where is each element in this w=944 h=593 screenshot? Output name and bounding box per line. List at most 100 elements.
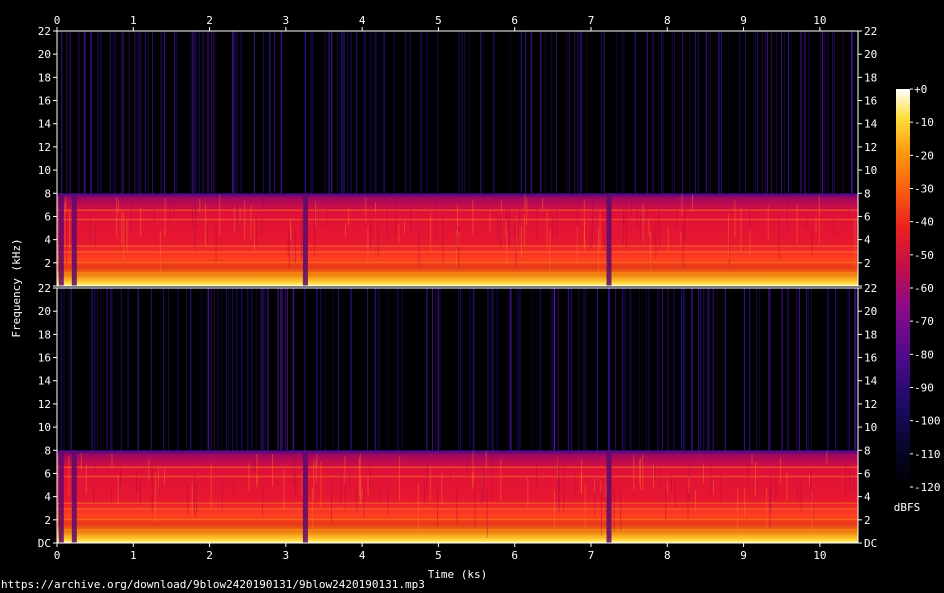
texture-mark — [191, 481, 193, 517]
texture-mark — [194, 468, 195, 517]
texture-mark — [348, 209, 350, 227]
streak — [350, 31, 352, 194]
streak — [324, 288, 326, 451]
streak — [69, 31, 71, 194]
texture-mark — [653, 231, 655, 243]
y-tick-label: 18 — [38, 328, 51, 341]
texture-mark — [456, 225, 458, 250]
streak — [426, 288, 428, 451]
texture-mark — [500, 201, 502, 215]
streak — [426, 31, 428, 194]
texture-mark — [480, 472, 482, 504]
streak — [607, 288, 609, 451]
streak — [683, 288, 685, 451]
streak — [328, 31, 330, 194]
y-tick-label: 8 — [44, 187, 51, 200]
streak — [203, 31, 205, 194]
y-tick-label: 12 — [864, 141, 877, 154]
colorbar-tick-label: -70 — [914, 315, 934, 328]
colorbar-tick-label: -50 — [914, 249, 934, 262]
texture-mark — [797, 485, 799, 503]
y-tick-label: 2 — [44, 257, 51, 270]
texture-mark — [806, 212, 808, 230]
texture-mark — [728, 213, 730, 260]
harmonic-line — [57, 251, 858, 253]
streak — [800, 31, 801, 194]
x-axis-label: Time (ks) — [428, 568, 488, 581]
spectrogram-panels — [56, 30, 859, 544]
colorbar-tick-label: -60 — [914, 282, 934, 295]
texture-mark — [442, 215, 444, 264]
texture-mark — [653, 463, 654, 489]
streak — [851, 31, 852, 194]
y-tick-label: 20 — [38, 305, 51, 318]
texture-mark — [648, 220, 650, 236]
streak — [492, 288, 494, 451]
texture-mark — [689, 485, 691, 501]
streak — [191, 31, 193, 194]
colorbar-tick-label: -20 — [914, 149, 934, 162]
texture-mark — [466, 451, 468, 477]
colorbar-tick-label: -10 — [914, 116, 934, 129]
gap-mark — [71, 450, 77, 543]
y-axis-label: Frequency (kHz) — [10, 238, 23, 337]
texture-mark — [83, 454, 85, 470]
texture-mark — [549, 230, 551, 277]
streak — [217, 288, 219, 451]
texture-mark — [358, 457, 360, 496]
streak — [240, 31, 242, 194]
streak — [349, 288, 351, 451]
texture-mark — [674, 478, 676, 508]
streak — [492, 31, 494, 194]
streak — [663, 31, 664, 194]
streak — [856, 288, 857, 451]
streak — [397, 288, 399, 451]
streak — [648, 288, 650, 451]
texture-mark — [755, 462, 756, 496]
streak — [766, 31, 768, 194]
texture-mark — [681, 194, 683, 217]
streak — [574, 31, 576, 194]
y-tick-label: 6 — [864, 467, 871, 480]
y-tick-label: 2 — [44, 514, 51, 527]
streak — [530, 31, 532, 194]
texture-mark — [536, 460, 538, 488]
streak — [487, 288, 489, 451]
texture-mark — [556, 205, 558, 236]
streak — [162, 288, 164, 451]
streak — [350, 288, 352, 451]
streak — [150, 288, 152, 451]
texture-mark — [196, 482, 198, 517]
texture-mark — [600, 480, 602, 493]
streak — [468, 31, 470, 194]
streak — [775, 31, 777, 194]
streak — [356, 31, 358, 194]
texture-mark — [386, 206, 388, 238]
streak — [341, 31, 343, 194]
streak — [461, 288, 463, 451]
x-tick-label: 3 — [283, 14, 290, 27]
texture-mark — [313, 459, 315, 501]
texture-mark — [456, 490, 458, 523]
streak — [195, 31, 197, 194]
streak — [578, 288, 580, 451]
streak — [739, 31, 741, 194]
texture-mark — [192, 204, 193, 227]
streak — [804, 31, 806, 194]
x-tick-label: 6 — [511, 14, 518, 27]
streak — [727, 31, 729, 194]
streak — [225, 288, 227, 451]
streak — [822, 31, 823, 194]
streak — [525, 31, 527, 194]
texture-mark — [667, 227, 669, 252]
texture-mark — [126, 220, 128, 253]
streak — [556, 31, 558, 194]
texture-mark — [148, 458, 150, 481]
streak — [336, 31, 338, 194]
texture-mark — [387, 488, 389, 515]
texture-mark — [398, 224, 400, 244]
texture-mark — [426, 461, 428, 491]
texture-mark — [164, 468, 165, 485]
texture-mark — [775, 468, 777, 502]
streak — [493, 31, 495, 194]
